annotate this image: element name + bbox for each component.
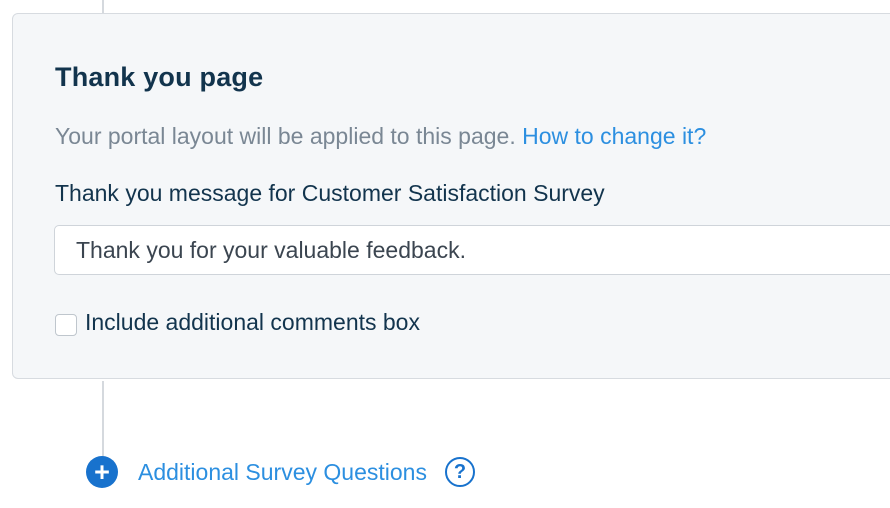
timeline-connector-bottom	[102, 381, 104, 459]
thank-you-message-input[interactable]	[54, 225, 890, 275]
message-field-label: Thank you message for Customer Satisfact…	[55, 180, 605, 206]
plus-icon[interactable]: +	[86, 456, 118, 488]
layout-hint-text: Your portal layout will be applied to th…	[55, 123, 523, 149]
add-survey-questions-row[interactable]: + Additional Survey Questions ?	[86, 456, 475, 488]
layout-hint: Your portal layout will be applied to th…	[55, 123, 706, 150]
card-title: Thank you page	[55, 62, 264, 92]
thank-you-page-card: Thank you page Your portal layout will b…	[12, 13, 890, 379]
how-to-change-link[interactable]: How to change it?	[522, 123, 706, 149]
question-icon[interactable]: ?	[444, 457, 475, 487]
additional-survey-questions-link[interactable]: Additional Survey Questions	[138, 459, 427, 486]
comments-checkbox-row[interactable]: Include additional comments box	[55, 308, 420, 336]
comments-checkbox[interactable]	[55, 314, 77, 336]
comments-checkbox-label[interactable]: Include additional comments box	[85, 309, 420, 336]
timeline-connector-top	[102, 0, 104, 13]
